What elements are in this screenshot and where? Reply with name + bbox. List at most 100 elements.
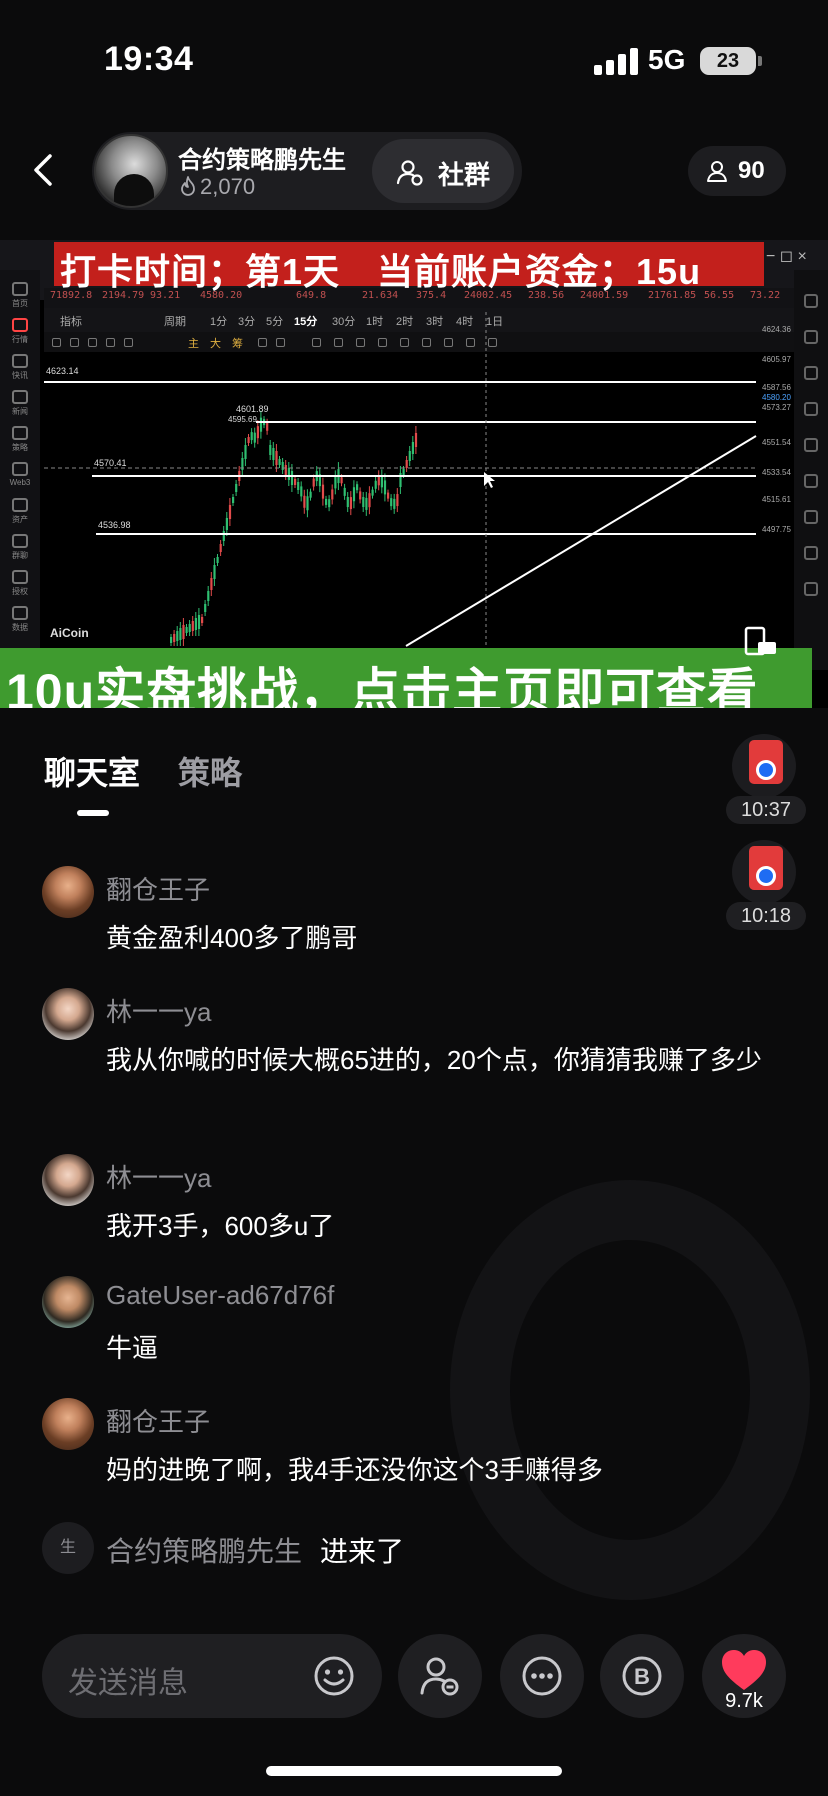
- candle-body: [390, 498, 393, 507]
- candle-body: [225, 518, 228, 530]
- host-avatar[interactable]: [94, 134, 168, 208]
- candle-body: [222, 531, 225, 541]
- system-avatar: 生: [42, 1522, 94, 1574]
- person-icon: [707, 161, 727, 182]
- system-username[interactable]: 合约策略鹏先生: [106, 1530, 302, 1570]
- community-icon: [396, 160, 423, 186]
- user-avatar[interactable]: [42, 1398, 94, 1450]
- message-text: 黄金盈利400多了鹏哥: [106, 923, 358, 953]
- candle-body: [244, 445, 247, 459]
- axis-price-label: 4515.61: [762, 495, 791, 504]
- candle-body: [275, 451, 278, 465]
- candle-body: [300, 486, 303, 497]
- candle-body: [303, 495, 306, 508]
- emoji-icon[interactable]: [312, 1654, 356, 1698]
- user-avatar[interactable]: [42, 866, 94, 918]
- candle-body: [253, 432, 256, 443]
- candle-body: [259, 417, 263, 432]
- message-input[interactable]: 发送消息: [42, 1634, 382, 1718]
- level-label: 4623.14: [46, 366, 79, 376]
- message-text: 牛逼: [106, 1333, 159, 1363]
- more-button[interactable]: [500, 1634, 584, 1718]
- message-text: 妈的进晚了啊，我4手还没你这个3手赚得多: [106, 1455, 603, 1485]
- candle-body: [325, 498, 328, 505]
- candle-body: [197, 615, 201, 629]
- candle-body: [170, 637, 173, 643]
- level-label: 4595.69: [228, 415, 257, 424]
- candle-body: [216, 557, 219, 563]
- candle-body: [266, 422, 269, 431]
- candle-body: [405, 460, 408, 468]
- message-username[interactable]: 林一一ya: [106, 1158, 211, 1195]
- candle-body: [210, 578, 213, 590]
- live-video[interactable]: 71892.8 2194.79 93.21 4580.20 649.8 21.6…: [0, 240, 828, 708]
- coin-button[interactable]: B: [600, 1634, 684, 1718]
- status-time: 19:34: [104, 40, 194, 78]
- candle-body: [352, 487, 356, 502]
- candle-body: [306, 496, 309, 511]
- candle-body: [343, 487, 346, 496]
- cursor-icon: [484, 472, 495, 488]
- candle-body: [194, 618, 197, 630]
- candle-body: [176, 631, 179, 641]
- message-username[interactable]: 翻仓王子: [106, 1402, 210, 1439]
- chat-tabs: 聊天室 策略: [0, 740, 620, 820]
- user-avatar[interactable]: [42, 1154, 94, 1206]
- back-button[interactable]: [24, 150, 64, 190]
- candle-body: [250, 432, 253, 441]
- follow-host-button[interactable]: [398, 1634, 482, 1718]
- host-info[interactable]: 合约策略鹏先生 2,070 社群: [92, 132, 522, 210]
- bottom-bar: 发送消息 B 9.7k: [0, 1630, 828, 1730]
- bottom-banner-text: 10u实盘挑战，点击主页即可查看: [6, 664, 759, 708]
- candle-body: [340, 477, 343, 484]
- candle-body: [256, 426, 259, 439]
- aicoin-watermark: AiCoin: [50, 626, 89, 640]
- candle-body: [182, 625, 185, 639]
- user-avatar[interactable]: [42, 988, 94, 1040]
- rotate-screen-icon[interactable]: [744, 624, 778, 658]
- message-username[interactable]: 林一一ya: [106, 992, 211, 1029]
- message-username[interactable]: 翻仓王子: [106, 870, 210, 907]
- candle-body: [185, 627, 188, 633]
- candle-body: [309, 491, 312, 498]
- chevron-left-icon: [34, 154, 52, 186]
- home-indicator: [266, 1766, 562, 1776]
- message-username[interactable]: GateUser-ad67d76f: [106, 1280, 334, 1311]
- candle-body: [331, 489, 334, 500]
- battery-icon: 23: [700, 47, 756, 75]
- community-button[interactable]: 社群: [372, 139, 514, 203]
- candle-body: [312, 478, 315, 487]
- candle-body: [290, 471, 294, 485]
- svg-text:B: B: [634, 1664, 650, 1689]
- message-text: 我开3手，600多u了: [106, 1211, 335, 1241]
- red-packet-time: 10:37: [726, 796, 806, 824]
- candle-body: [411, 442, 414, 454]
- candle-body: [334, 476, 337, 489]
- viewer-count[interactable]: 90: [688, 146, 786, 196]
- signal-icon: [594, 47, 638, 75]
- window-controls: − ◻ ×: [766, 248, 807, 265]
- candle-body: [219, 544, 222, 552]
- candle-body: [281, 462, 284, 470]
- level-label: 4601.89: [236, 404, 269, 414]
- candle-body: [374, 480, 377, 489]
- candle-body: [365, 497, 368, 510]
- candle-body: [359, 491, 362, 500]
- tab-chatroom[interactable]: 聊天室: [44, 748, 140, 794]
- live-header: 合约策略鹏先生 2,070 社群 90: [0, 120, 828, 220]
- user-avatar[interactable]: [42, 1276, 94, 1328]
- candle-body: [414, 433, 418, 447]
- candle-body: [346, 497, 349, 508]
- axis-price-label: 4533.54: [762, 468, 791, 477]
- axis-price-label: 4497.75: [762, 525, 791, 534]
- candle-body: [191, 621, 194, 631]
- b-coin-icon: B: [622, 1656, 662, 1696]
- message-input-placeholder: 发送消息: [68, 1667, 188, 1700]
- candle-body: [383, 480, 387, 495]
- candle-body: [228, 505, 232, 519]
- candle-body: [232, 497, 235, 503]
- candle-body: [207, 591, 210, 601]
- tab-strategy[interactable]: 策略: [178, 748, 242, 794]
- like-count: 9.7k: [725, 1690, 763, 1712]
- candle-body: [235, 484, 238, 492]
